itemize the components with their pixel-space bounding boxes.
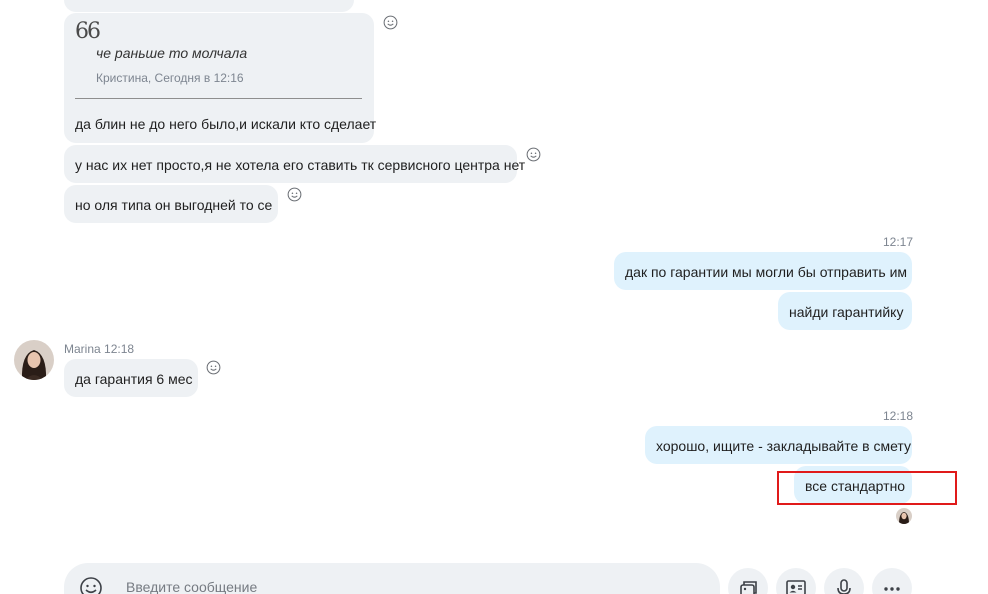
message-composer <box>64 563 720 594</box>
reply-text: да блин не до него было,и искали кто сде… <box>75 116 377 132</box>
message-bubble[interactable]: да гарантия 6 мес <box>64 359 198 397</box>
more-button[interactable] <box>872 568 912 594</box>
message-text: но оля типа он выгодней то се <box>75 197 273 213</box>
add-reaction-icon[interactable] <box>287 187 302 202</box>
message-bubble[interactable]: у нас их нет просто,я не хотела его став… <box>64 145 525 183</box>
message-bubble-own[interactable]: найди гарантийку <box>778 292 912 330</box>
message-bubble-own[interactable]: дак по гарантии мы могли бы отправить им <box>614 252 912 290</box>
add-reaction-icon[interactable] <box>526 147 541 162</box>
message-text: хорошо, ищите - закладывайте в смету <box>656 438 911 454</box>
microphone-icon <box>837 579 851 594</box>
message-time: 12:17 <box>883 235 914 249</box>
quoted-text: че раньше то молчала <box>96 45 248 61</box>
sender-line: Marina 12:18 <box>64 342 135 356</box>
message-input[interactable] <box>126 579 686 594</box>
avatar[interactable] <box>14 340 54 380</box>
read-receipt-avatar <box>896 508 912 524</box>
message-bubble[interactable]: но оля типа он выгодней то се <box>64 185 278 223</box>
message-text: найди гарантийку <box>789 304 904 320</box>
quoted-meta: Кристина, Сегодня в 12:16 <box>96 71 244 85</box>
add-reaction-icon[interactable] <box>206 360 221 375</box>
message-text: да гарантия 6 мес <box>75 371 193 387</box>
message-text: у нас их нет просто,я не хотела его став… <box>75 157 526 173</box>
message-bubble-own[interactable]: хорошо, ищите - закладывайте в смету <box>645 426 912 464</box>
gallery-icon <box>740 581 757 594</box>
emoji-icon[interactable] <box>78 575 104 594</box>
contact-card-icon <box>786 580 806 594</box>
contact-card-button[interactable] <box>776 568 816 594</box>
microphone-button[interactable] <box>824 568 864 594</box>
quote-divider <box>75 98 362 99</box>
quote-icon: 66 <box>75 19 101 44</box>
add-reaction-icon[interactable] <box>383 15 398 30</box>
highlight-box <box>777 471 957 505</box>
gallery-button[interactable] <box>728 568 768 594</box>
message-bubble-cut <box>64 0 354 12</box>
more-icon <box>884 587 900 591</box>
message-text: дак по гарантии мы могли бы отправить им <box>625 264 908 280</box>
message-time: 12:18 <box>883 409 914 423</box>
